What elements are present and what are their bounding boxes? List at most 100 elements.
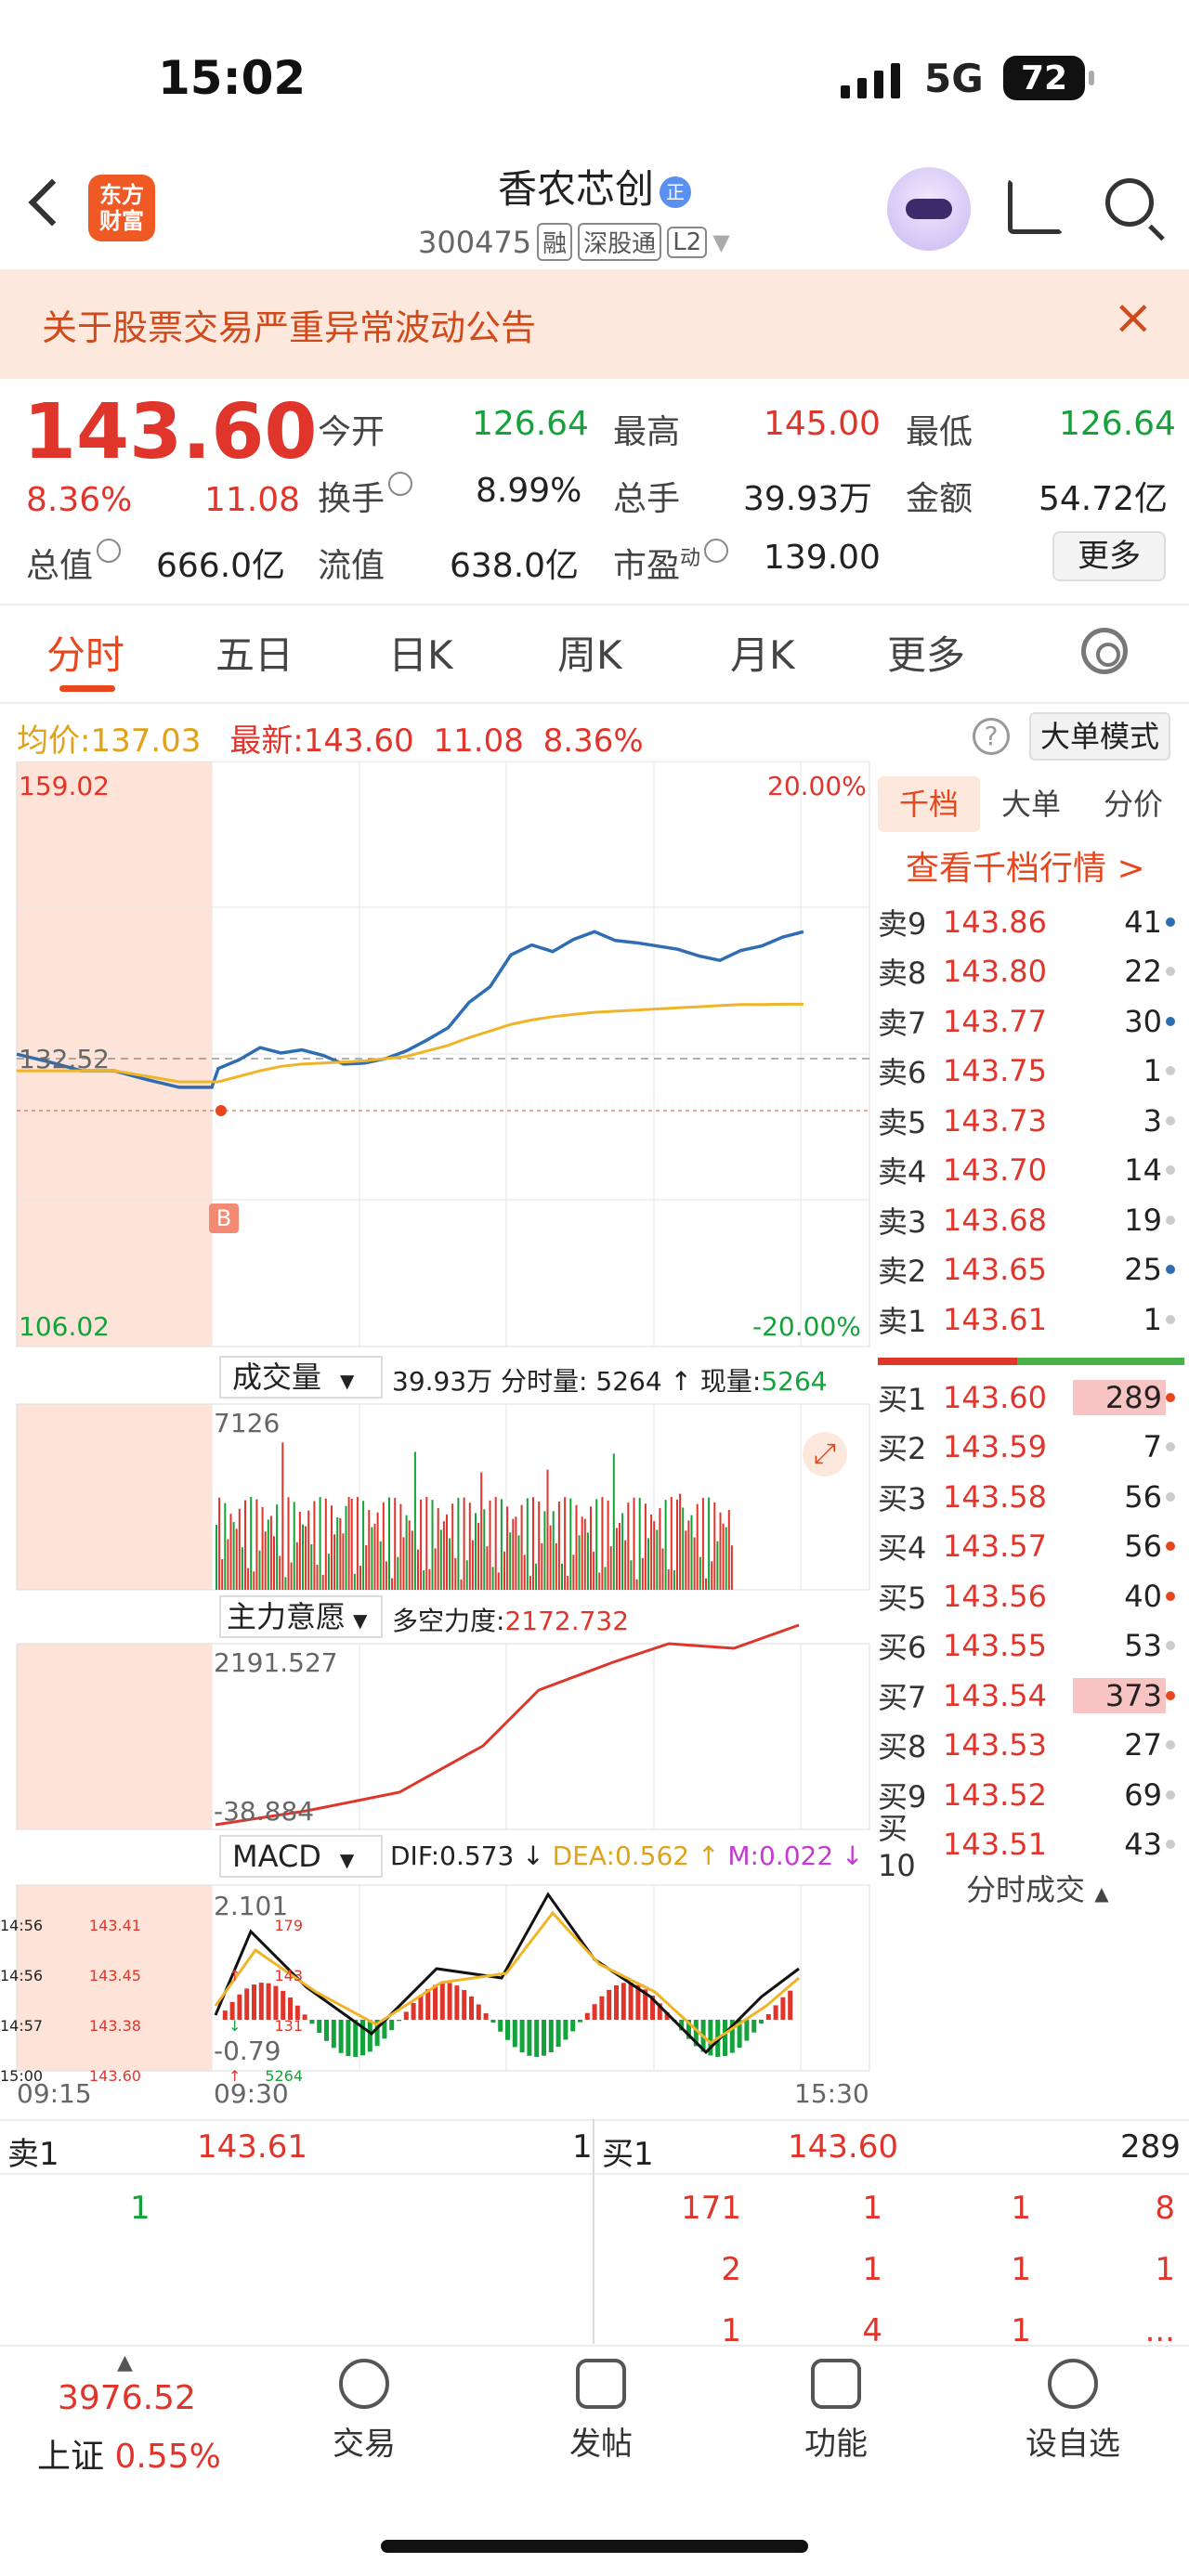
chevron-up-icon[interactable]: ▲ [117,2351,133,2374]
status-dot [1166,1066,1175,1075]
ask-row[interactable]: 卖5 143.73 3 [878,1096,1184,1145]
stock-code-row[interactable]: 300475 融 深股通 L2 ▼ [418,223,730,261]
volume-bar [477,1522,480,1590]
ask-row[interactable]: 卖6 143.75 1 [878,1047,1184,1096]
ask-row[interactable]: 卖3 143.68 19 [878,1195,1184,1244]
nav-trade[interactable]: 交易 [327,2359,401,2464]
open-point [216,1105,227,1116]
share-icon[interactable] [1008,178,1064,234]
close-icon[interactable]: × [1113,290,1154,345]
tab-5day[interactable]: 五日 [216,624,294,681]
help-icon[interactable]: ? [973,718,1010,755]
volume-bar [581,1516,583,1590]
bid-row[interactable]: 买2 143.59 7 [878,1423,1184,1472]
tab-weekly[interactable]: 周K [557,624,622,681]
indicator-selector[interactable]: 主力意愿 ▼ [219,1595,383,1638]
bid-row[interactable]: 买4 143.57 56 [878,1522,1184,1571]
turnover-label: 换手 [318,472,413,520]
nav-functions[interactable]: 功能 [799,2359,873,2464]
tab-price-dist[interactable]: 分价 [1082,776,1184,832]
volume-bar [555,1542,557,1590]
macd-selector[interactable]: MACD ▼ [219,1835,383,1878]
macd-bar [324,2020,329,2041]
tab-big-orders[interactable]: 大单 [980,776,1082,832]
tick-cell: 143 [274,1967,303,1984]
volume-bar [727,1509,730,1590]
volume-bar [517,1535,520,1590]
volume-bar [638,1497,641,1590]
volume-bar [218,1497,221,1590]
tab-daily[interactable]: 日K [388,624,453,681]
ask-row[interactable]: 卖1 143.61 1 [878,1295,1184,1344]
full-depth-link[interactable]: 查看千档行情 > [906,841,1145,890]
notice-text[interactable]: 关于股票交易严重异常波动公告 [42,299,536,350]
volume-bar [371,1527,373,1590]
assistant-avatar[interactable] [887,167,971,251]
tab-monthly[interactable]: 月K [730,624,795,681]
chevron-down-icon[interactable]: ▼ [712,229,729,255]
bid-row[interactable]: 买7 143.54 373 [878,1671,1184,1720]
status-dot [1166,1314,1175,1324]
nav-post[interactable]: 发帖 [564,2359,638,2464]
ticks-title[interactable]: 分时成交 ▲ [966,1867,1109,1909]
low-label: 最低 [906,413,973,451]
volume-bar [446,1514,448,1590]
bid-row[interactable]: 买3 143.58 56 [878,1472,1184,1521]
ask-row[interactable]: 卖7 143.77 30 [878,996,1184,1046]
volume-bar [538,1501,541,1590]
volume-bar [667,1568,670,1590]
level-price: 143.70 [943,1152,1047,1188]
volume-bar [307,1510,310,1590]
gear-icon[interactable] [1081,628,1128,674]
tab-depth[interactable]: 千档 [878,776,980,832]
level-price: 143.58 [943,1478,1047,1515]
ask-row[interactable]: 卖9 143.86 41 [878,897,1184,946]
intraday-chart[interactable] [0,761,873,2117]
buy-queue-item: 8 [1155,2190,1175,2227]
level-price: 143.73 [943,1102,1047,1138]
volume-bar [362,1501,365,1590]
volume-bar [512,1518,515,1590]
macd-bar [317,2020,322,2034]
tab-more[interactable]: 更多 [887,624,965,681]
index-value[interactable]: 3976.52 [58,2379,196,2417]
tab-intraday[interactable]: 分时 [46,624,124,681]
pct-min-label: -20.00% [752,1311,861,1342]
more-button[interactable]: 更多 [1052,531,1166,581]
macd-bar [759,2020,764,2023]
volume-selector[interactable]: 成交量 ▼ [219,1356,383,1399]
macd-bar [309,2020,315,2024]
ask-row[interactable]: 卖4 143.70 14 [878,1146,1184,1195]
volume-bar [463,1497,465,1590]
bid-row[interactable]: 买8 143.53 27 [878,1721,1184,1770]
buy-marker[interactable]: B [209,1203,239,1233]
volume-bar [708,1497,711,1590]
level-qty: 3 [1143,1102,1162,1138]
level-price: 143.60 [943,1379,1047,1415]
macd-bar [454,1985,460,2020]
status-dot [1166,917,1175,927]
volume-bar [679,1493,682,1590]
bid-row[interactable]: 买5 143.56 40 [878,1571,1184,1620]
bid-row[interactable]: 买1 143.60 289 [878,1373,1184,1422]
volume-bar [261,1506,264,1590]
volume-bar [627,1503,630,1590]
tick-cell: 14:56 [0,1967,44,1984]
ask-row[interactable]: 卖2 143.65 25 [878,1245,1184,1295]
volume-info: 39.93万 分时量: 5264 ↑ 现量:5264 [392,1366,828,1397]
search-icon[interactable] [1105,178,1154,227]
volume-bar [730,1545,733,1590]
expand-icon[interactable]: ⤢ [803,1432,847,1477]
macd-bar [237,1994,242,2020]
tick-cell: 143.45 [89,1967,141,1984]
index-name[interactable]: 上证 0.55% [37,2429,221,2478]
bid-row[interactable]: 买6 143.55 53 [878,1621,1184,1671]
bid-row[interactable]: 买10 143.51 43 [878,1811,1184,1883]
nav-add-watchlist[interactable]: 设自选 [1022,2359,1124,2464]
volume-bar [434,1548,437,1590]
status-dot [1166,1542,1175,1551]
notice-banner[interactable]: 关于股票交易严重异常波动公告 × [0,269,1189,379]
ask-row[interactable]: 卖8 143.80 22 [878,947,1184,996]
level-label: 买6 [878,1630,927,1665]
big-order-mode-button[interactable]: 大单模式 [1029,712,1170,761]
